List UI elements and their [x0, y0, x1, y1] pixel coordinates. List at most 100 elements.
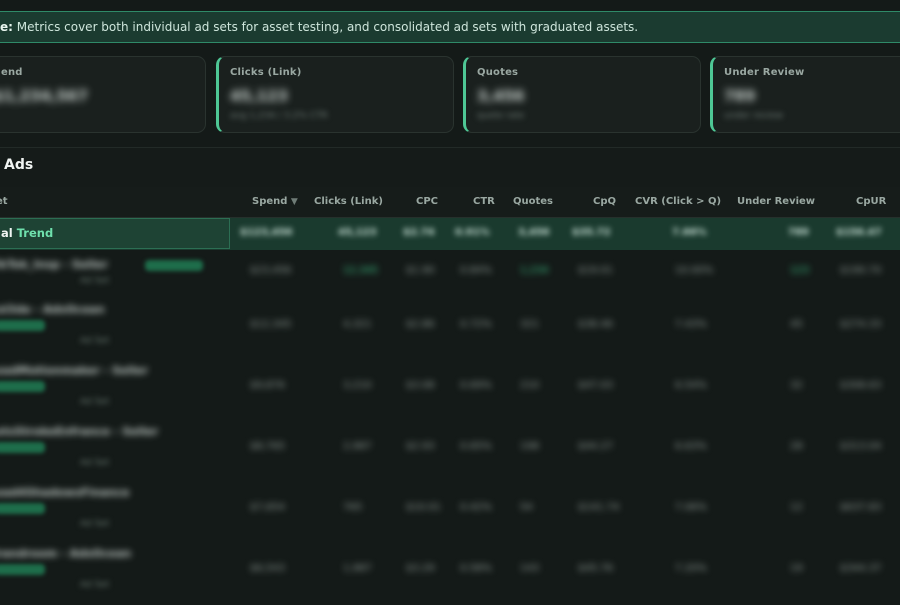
cell-cpq: $44.27: [578, 441, 613, 452]
cell-under-review: 19: [790, 563, 803, 574]
sort-desc-icon: ▼: [290, 197, 298, 207]
cell-cpc: $3.29: [406, 563, 435, 574]
cell-ctr: 0.84%: [460, 265, 492, 276]
row-meta: Ad Set: [80, 519, 110, 529]
col-spend-header[interactable]: Spend ▼: [252, 196, 298, 207]
row-name[interactable]: - LeadMotionmaker - Seller: [0, 364, 148, 377]
cell-quotes: 321: [520, 319, 540, 330]
row-name[interactable]: - LetsStrokeEnfrance - Seller: [0, 425, 158, 438]
cell-cpur: $274.33: [840, 319, 882, 330]
cell-cvr: 7.43%: [675, 319, 707, 330]
note-text: Metrics cover both individual ad sets fo…: [16, 20, 639, 34]
row-meta: Ad Set: [80, 580, 110, 590]
cell-under-review: 12: [790, 502, 803, 513]
col-clicks-header[interactable]: Clicks (Link): [314, 196, 383, 207]
row-name[interactable]: - Brandroom - AdsOcean: [0, 547, 131, 560]
total-clicks: 45,123: [338, 227, 377, 238]
metric-card-under-review: Under Review 789 under review: [710, 56, 900, 133]
cell-clicks: 3,210: [343, 380, 372, 391]
cell-quotes: 143: [520, 563, 540, 574]
cell-clicks: 12,345: [343, 265, 378, 276]
cell-cpc: $2.86: [406, 319, 435, 330]
cell-cpur: $190.70: [840, 265, 882, 276]
metric-card-quotes: Quotes 3,456 quote rate: [463, 56, 701, 133]
cell-cpur: $308.63: [840, 380, 882, 391]
total-spend: $123,456: [240, 227, 293, 238]
cell-cpq: $45.76: [578, 563, 613, 574]
metric-card-spend: end $1,234,567: [0, 56, 206, 133]
row-name[interactable]: - Col3de - AdsOcean: [0, 303, 105, 316]
total-cpur: $156.47: [836, 227, 882, 238]
col-under-review-header[interactable]: Under Review: [737, 196, 815, 207]
metric-value: $1,234,567: [0, 87, 88, 105]
metric-value: 789: [724, 87, 756, 105]
cell-ctr: 0.72%: [460, 319, 492, 330]
cell-ctr: 0.69%: [460, 380, 492, 391]
col-name-header[interactable]: et: [0, 196, 8, 207]
col-spend-label: Spend: [252, 196, 288, 207]
cell-cvr: 6.63%: [675, 441, 707, 452]
table-header: et Spend ▼ Clicks (Link) CPC CTR Quotes …: [0, 187, 900, 218]
total-cpq: $35.72: [572, 227, 611, 238]
col-cvr-header[interactable]: CVR (Click > Q): [635, 196, 721, 207]
table-row[interactable]: - LeadMotionmaker - Seller Ad Set $9,876 3,…: [0, 364, 900, 422]
col-quotes-header[interactable]: Quotes: [513, 196, 553, 207]
table-row[interactable]: - LetsStrokeEnfrance - Seller Ad Set $8,76…: [0, 425, 900, 483]
total-under-review: 789: [788, 227, 809, 238]
cell-quotes: 210: [520, 380, 540, 391]
cell-ctr: 0.65%: [460, 441, 492, 452]
total-label-cell: al Trend: [0, 218, 230, 249]
row-name[interactable]: - TikTok_Insp - Seller: [0, 258, 108, 271]
cell-clicks: 2,987: [343, 441, 372, 452]
cell-cpc: $2.93: [406, 441, 435, 452]
info-note-banner: e: Metrics cover both individual ad sets…: [0, 11, 900, 43]
cell-cvr: 7.06%: [675, 502, 707, 513]
cell-ctr: 0.58%: [460, 563, 492, 574]
table-row[interactable]: - Col3de - AdsOcean Ad Set $12,345 4,321 $2.…: [0, 303, 900, 361]
note-label: e:: [0, 20, 13, 34]
col-cpq-header[interactable]: CpQ: [593, 196, 616, 207]
cell-quotes: 198: [520, 441, 540, 452]
metric-subtext: avg 1,234 / 3.2% CTR: [230, 111, 328, 121]
status-badge: [145, 260, 203, 271]
cell-cpc: $3.08: [406, 380, 435, 391]
cell-cpq: $141.74: [578, 502, 620, 513]
table-row[interactable]: - Lead4ShadowsFinance Ad Set $7,654 765 $10.…: [0, 486, 900, 544]
cell-spend: $6,543: [250, 563, 285, 574]
col-cpur-header[interactable]: CpUR: [856, 196, 886, 207]
cell-spend: $12,345: [250, 319, 292, 330]
cell-ctr: 0.42%: [460, 502, 492, 513]
col-ctr-header[interactable]: CTR: [473, 196, 495, 207]
metric-value: 3,456: [477, 87, 525, 105]
cell-cpc: $10.01: [406, 502, 441, 513]
total-cpc: $2.74: [403, 227, 435, 238]
metric-label: Under Review: [724, 67, 805, 78]
total-row: al Trend $123,456 45,123 $2.74 0.91% 3,4…: [0, 218, 900, 250]
col-cpc-header[interactable]: CPC: [416, 196, 438, 207]
cell-cpq: $47.03: [578, 380, 613, 391]
metric-subtext: quote rate: [477, 111, 525, 121]
cell-clicks: 4,321: [343, 319, 372, 330]
cell-clicks: 765: [343, 502, 363, 513]
section-title: Ads: [4, 157, 34, 173]
cell-quotes: 54: [520, 502, 533, 513]
total-ctr: 0.91%: [455, 227, 490, 238]
metric-label: Quotes: [477, 67, 519, 78]
table-row[interactable]: - Brandroom - AdsOcean Ad Set $6,543 1,987 $…: [0, 547, 900, 605]
row-meta: Ad Set: [80, 276, 110, 286]
ads-section-header: Ads: [0, 147, 900, 189]
cell-under-review: 45: [790, 319, 803, 330]
cell-cpur: $637.83: [840, 502, 882, 513]
total-label: al: [1, 226, 13, 240]
row-name[interactable]: - Lead4ShadowsFinance: [0, 486, 129, 499]
total-quotes: 3,456: [518, 227, 550, 238]
metric-label: end: [1, 67, 23, 78]
table-row[interactable]: - TikTok_Insp - Seller Ad Set $23,456 12,34…: [0, 252, 900, 310]
cell-cpur: $313.04: [840, 441, 882, 452]
cell-cpq: $19.01: [578, 265, 613, 276]
cell-quotes: 1,234: [520, 265, 549, 276]
metric-value: 45,123: [230, 87, 288, 105]
cell-cpq: $38.46: [578, 319, 613, 330]
trend-link[interactable]: Trend: [17, 226, 53, 240]
cell-cpur: $344.37: [840, 563, 882, 574]
